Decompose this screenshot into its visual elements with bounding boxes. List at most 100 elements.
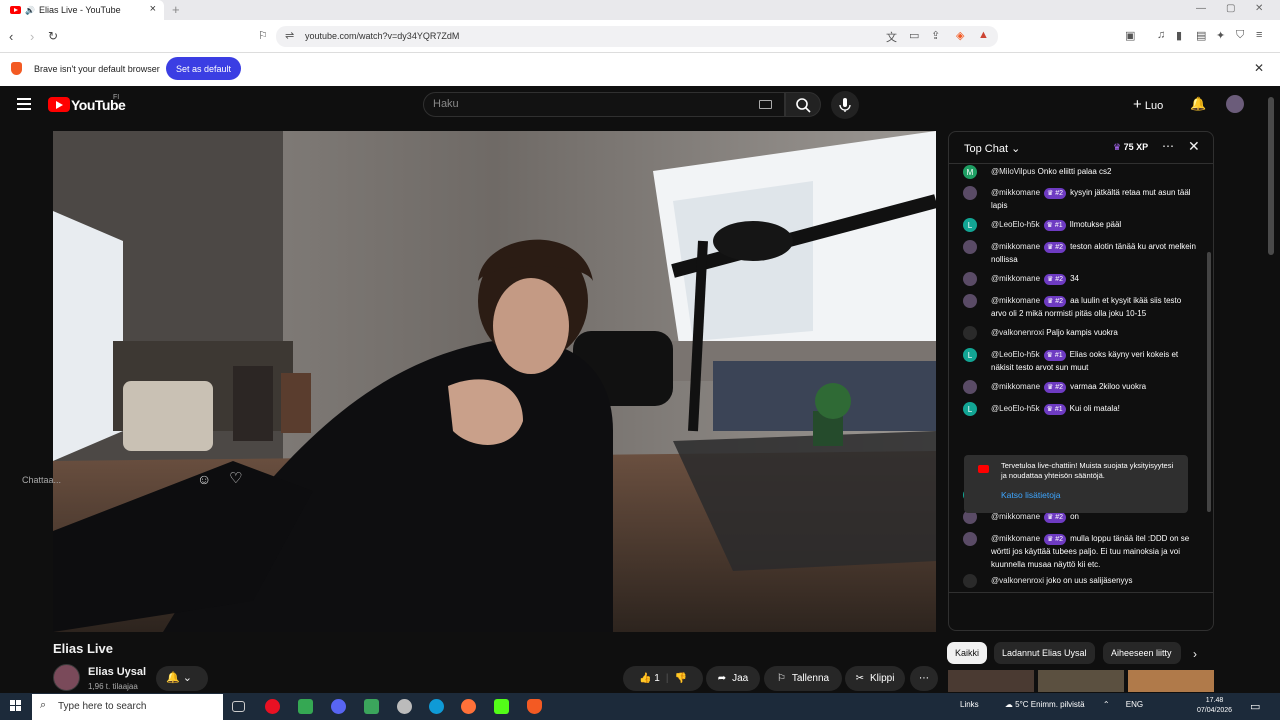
chat-messages[interactable]: M @MiloVilpus Onko eliitti palaa cs2 @mikk…: [949, 165, 1213, 589]
chat-author[interactable]: @mikkomane: [991, 274, 1040, 283]
chat-author[interactable]: @valkonenroxi: [991, 576, 1044, 585]
weather-text[interactable]: 5°C Enimm. pilvistä: [1015, 700, 1084, 709]
channel-avatar[interactable]: [53, 664, 80, 691]
youtube-logo-icon[interactable]: [48, 97, 70, 112]
site-settings-icon[interactable]: ⇌: [285, 29, 294, 42]
account-avatar[interactable]: [1226, 95, 1244, 113]
notice-link[interactable]: Katso lisätietoja: [1001, 490, 1061, 500]
chat-author[interactable]: @mikkomane: [991, 242, 1040, 251]
chat-author-avatar[interactable]: [963, 380, 977, 394]
browser-tab[interactable]: 🔊 Elias Live - YouTube ×: [0, 0, 164, 20]
share-icon[interactable]: ⇪: [931, 29, 940, 42]
video-player[interactable]: [53, 131, 936, 632]
url-text[interactable]: youtube.com/watch?v=dy34YQR7ZdM: [305, 31, 459, 41]
sidebar-icon[interactable]: ▮: [1176, 29, 1182, 42]
page-scrollbar[interactable]: [1268, 97, 1274, 255]
firefox-icon[interactable]: [461, 699, 476, 714]
chat-more-icon[interactable]: ⋯: [1162, 139, 1174, 153]
chat-author[interactable]: @mikkomane: [991, 296, 1040, 305]
chat-author[interactable]: @valkonenroxi: [991, 328, 1044, 337]
close-window-icon[interactable]: ✕: [1255, 3, 1263, 14]
related-thumbnails[interactable]: [948, 670, 1214, 692]
back-icon[interactable]: ‹: [9, 29, 13, 44]
like-button[interactable]: 👍 1: [639, 673, 660, 684]
heart-icon[interactable]: ♡: [229, 469, 242, 487]
brave-shields-icon[interactable]: ◈: [956, 29, 964, 42]
forward-icon[interactable]: ›: [30, 29, 34, 44]
windows-start-icon[interactable]: [10, 700, 22, 712]
search-button[interactable]: [785, 92, 821, 117]
chat-author-avatar[interactable]: L: [963, 348, 977, 362]
close-infobar-icon[interactable]: ✕: [1254, 61, 1264, 75]
channel-name[interactable]: Elias Uysal: [88, 666, 146, 678]
reload-icon[interactable]: ↻: [48, 29, 58, 43]
keyboard-icon[interactable]: [759, 100, 772, 109]
chat-author-avatar[interactable]: [963, 326, 977, 340]
chip-all[interactable]: Kaikki: [947, 642, 988, 664]
edge-icon[interactable]: [429, 699, 444, 714]
wallet-icon[interactable]: ▣: [1125, 29, 1135, 42]
chevron-right-icon[interactable]: ›: [1193, 647, 1197, 661]
app3-icon[interactable]: [397, 699, 412, 714]
chat-author[interactable]: @mikkomane: [991, 382, 1040, 391]
create-button[interactable]: + Luo: [1133, 96, 1163, 113]
chat-author[interactable]: @LeoElo-h5k: [991, 404, 1040, 413]
dislike-button[interactable]: 👎: [674, 673, 686, 684]
chip-uploaded-by[interactable]: Ladannut Elias Uysal: [994, 642, 1095, 664]
discord-icon[interactable]: [331, 699, 346, 714]
chat-input[interactable]: Chattaa...: [22, 475, 61, 485]
minimize-icon[interactable]: —: [1196, 3, 1206, 14]
chat-author-avatar[interactable]: L: [963, 218, 977, 232]
more-actions-button[interactable]: ⋯: [910, 666, 938, 691]
tray-chevron-icon[interactable]: ⌃: [1103, 700, 1110, 709]
chat-author[interactable]: @LeoElo-h5k: [991, 220, 1040, 229]
app-icon[interactable]: [298, 699, 313, 714]
close-tab-icon[interactable]: ×: [150, 3, 156, 15]
chat-author-avatar[interactable]: [963, 240, 977, 254]
maximize-icon[interactable]: ▢: [1226, 3, 1235, 14]
save-button[interactable]: ⚐ Tallenna: [764, 666, 842, 691]
menu-icon[interactable]: ≡: [1256, 29, 1262, 41]
language-indicator[interactable]: ENG: [1126, 700, 1143, 709]
chat-author-avatar[interactable]: L: [963, 402, 977, 416]
chat-author[interactable]: @LeoElo-h5k: [991, 350, 1040, 359]
extensions-icon[interactable]: ✦: [1216, 29, 1225, 42]
search-input[interactable]: [423, 92, 785, 117]
notifications-bell-icon[interactable]: 🔔: [1190, 96, 1206, 112]
subscription-bell-button[interactable]: 🔔 ⌄: [156, 666, 208, 691]
media-icon[interactable]: ♫: [1157, 29, 1165, 41]
hamburger-menu-icon[interactable]: [17, 98, 31, 110]
links-toolbar[interactable]: Links: [960, 700, 979, 709]
task-view-icon[interactable]: [232, 701, 245, 712]
chat-scrollbar[interactable]: [1207, 252, 1211, 512]
chip-related[interactable]: Aiheeseen liitty: [1103, 642, 1181, 664]
chat-author[interactable]: @mikkomane: [991, 534, 1040, 543]
chat-author-avatar[interactable]: [963, 186, 977, 200]
chat-mode-selector[interactable]: Top Chat ⌄: [964, 142, 1020, 155]
app2-icon[interactable]: [364, 699, 379, 714]
chat-author-avatar[interactable]: [963, 574, 977, 588]
share-button[interactable]: ➦ Jaa: [706, 666, 760, 691]
vpn-icon[interactable]: ⛉: [1236, 29, 1244, 42]
cast-icon[interactable]: ▭: [909, 29, 919, 42]
xp-badge[interactable]: ♛ 75 XP: [1113, 142, 1148, 153]
translate-icon[interactable]: 文: [886, 29, 897, 45]
kick-icon[interactable]: [494, 699, 509, 714]
chat-close-icon[interactable]: ✕: [1188, 138, 1200, 155]
chat-author[interactable]: @mikkomane: [991, 188, 1040, 197]
wallet2-icon[interactable]: ▤: [1196, 29, 1206, 42]
chat-author-avatar[interactable]: M: [963, 165, 977, 179]
chat-author-avatar[interactable]: [963, 532, 977, 546]
new-tab-button[interactable]: +: [172, 2, 180, 17]
brave-icon[interactable]: [527, 699, 542, 714]
opera-icon[interactable]: [265, 699, 280, 714]
emoji-icon[interactable]: ☺: [197, 471, 211, 487]
taskbar-clock[interactable]: 17.48 07/04/2026: [1197, 696, 1232, 716]
brave-rewards-icon[interactable]: ▲: [978, 29, 989, 41]
chat-author[interactable]: @MiloVilpus: [991, 167, 1035, 176]
chat-author-avatar[interactable]: [963, 294, 977, 308]
chat-author[interactable]: @mikkomane: [991, 512, 1040, 521]
set-default-button[interactable]: Set as default: [166, 57, 241, 80]
chat-author-avatar[interactable]: [963, 272, 977, 286]
bookmark-icon[interactable]: ⚐: [258, 29, 268, 42]
